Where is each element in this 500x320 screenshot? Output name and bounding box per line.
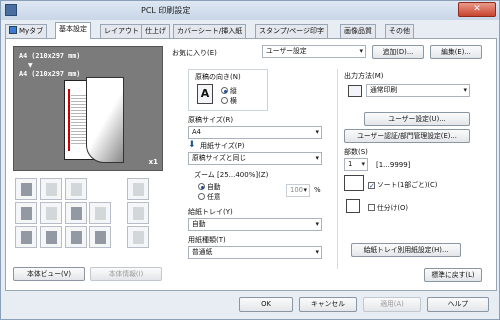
zoom-input[interactable]: 100 bbox=[286, 184, 310, 197]
tab-label: Myタブ bbox=[19, 27, 44, 35]
arrow-down-icon: ▼ bbox=[28, 62, 33, 69]
user-auth-icon[interactable] bbox=[15, 226, 37, 248]
paper-size-label: 用紙サイズ(P) bbox=[200, 142, 245, 150]
apply-button[interactable]: 適用(A) bbox=[363, 297, 421, 312]
output-tray-icon[interactable] bbox=[15, 178, 37, 200]
paper-size-select[interactable]: 原稿サイズと同じ bbox=[188, 152, 322, 165]
secure-print-icon[interactable] bbox=[65, 226, 87, 248]
normal-print-icon bbox=[348, 85, 362, 97]
landscape-label: 横 bbox=[230, 97, 237, 105]
original-size-select[interactable]: A4 bbox=[188, 126, 322, 139]
offset-label: 仕分け(O) bbox=[377, 204, 409, 212]
portrait-label: 縦 bbox=[230, 87, 237, 95]
zoom-label: ズーム [25...400%](Z) bbox=[194, 171, 269, 179]
preview-original-size: A4 (210x297 mm) bbox=[19, 52, 81, 60]
paper-type-select[interactable]: 普通紙 bbox=[188, 246, 322, 259]
print-settings-window: PCL 印刷設定 ✕ Myタブ 基本設定 レイアウト 仕上げ カバーシート/挿入… bbox=[0, 0, 500, 320]
copies-input[interactable]: 1 bbox=[344, 158, 368, 171]
zoom-unit: % bbox=[314, 186, 321, 194]
offset-checkbox[interactable]: 仕分け(O) bbox=[368, 202, 408, 212]
fold-icon[interactable] bbox=[127, 178, 149, 200]
user-auth-settings-button[interactable]: ユーザー認証/部門管理設定(E)... bbox=[344, 129, 470, 143]
window-title: PCL 印刷設定 bbox=[141, 6, 191, 15]
box-save-icon[interactable] bbox=[89, 226, 111, 248]
staple-icon[interactable] bbox=[40, 178, 62, 200]
paper-type-label: 用紙種類(T) bbox=[188, 236, 226, 244]
zoom-manual-radio[interactable]: 任意 bbox=[198, 191, 221, 201]
tab-label: 仕上げ bbox=[145, 27, 166, 35]
add-favorite-button[interactable]: 追加(D)... bbox=[372, 45, 424, 59]
tab-finishing[interactable]: 仕上げ bbox=[141, 24, 170, 39]
cancel-button[interactable]: キャンセル bbox=[299, 297, 357, 312]
booklet-icon[interactable] bbox=[40, 202, 62, 224]
tab-label: 基本設定 bbox=[59, 25, 87, 33]
favorites-select[interactable]: ユーザー設定 bbox=[262, 45, 366, 58]
tab-layout[interactable]: レイアウト bbox=[100, 24, 143, 39]
printer-info-button[interactable]: 本体情報(I) bbox=[90, 267, 162, 281]
tab-label: 画像品質 bbox=[344, 27, 372, 35]
collate-label: ソート(1部ごと)(C) bbox=[377, 181, 438, 189]
column-divider bbox=[337, 69, 338, 269]
output-method-select[interactable]: 通常印刷 bbox=[366, 84, 470, 97]
account-track-icon[interactable] bbox=[40, 226, 62, 248]
tab-label: レイアウト bbox=[104, 27, 139, 35]
copies-label: 部数(S) bbox=[344, 148, 368, 156]
tab-label: その他 bbox=[389, 27, 410, 35]
tab-bar: Myタブ 基本設定 レイアウト 仕上げ カバーシート/挿入紙 スタンプ/ページ印… bbox=[5, 22, 497, 39]
orientation-group: 原稿の向き(N) A 縦 横 bbox=[188, 69, 268, 111]
portrait-preview-icon: A bbox=[197, 84, 213, 104]
my-tab-icon bbox=[9, 26, 17, 34]
copies-range: [1...9999] bbox=[376, 161, 411, 169]
offset-preview-icon bbox=[346, 199, 360, 213]
basic-settings-panel: A4 (210x297 mm) ▼ A4 (210x297 mm) x1 本体ビ… bbox=[5, 38, 497, 291]
paper-tray-select[interactable]: 自動 bbox=[188, 218, 322, 231]
printer-view-button[interactable]: 本体ビュー(V) bbox=[13, 267, 85, 281]
stamp-icon[interactable] bbox=[127, 202, 149, 224]
title-bar: PCL 印刷設定 ✕ bbox=[1, 1, 499, 20]
proof-print-icon[interactable] bbox=[127, 226, 149, 248]
tab-my-tab[interactable]: Myタブ bbox=[5, 24, 48, 39]
tab-image-quality[interactable]: 画像品質 bbox=[340, 24, 376, 39]
paper-tray-label: 給紙トレイ(Y) bbox=[188, 208, 233, 216]
ok-button[interactable]: OK bbox=[239, 297, 293, 312]
portrait-radio[interactable]: 縦 bbox=[221, 85, 237, 95]
cover-icon[interactable] bbox=[89, 202, 111, 224]
preview-paper-size: A4 (210x297 mm) bbox=[19, 70, 81, 78]
tab-label: カバーシート/挿入紙 bbox=[177, 27, 243, 35]
landscape-radio[interactable]: 横 bbox=[221, 95, 237, 105]
preview-page-curl-icon bbox=[86, 77, 124, 163]
tab-other[interactable]: その他 bbox=[385, 24, 414, 39]
printer-icon bbox=[5, 4, 17, 16]
duplex-icon[interactable] bbox=[15, 202, 37, 224]
combine-icon[interactable] bbox=[65, 202, 87, 224]
help-button[interactable]: ヘルプ bbox=[427, 297, 489, 312]
arrow-down-blue-icon: ⬇ bbox=[188, 140, 196, 150]
tab-label: スタンプ/ページ印字 bbox=[259, 27, 325, 35]
zoom-auto-label: 自動 bbox=[207, 183, 221, 191]
tab-basic[interactable]: 基本設定 bbox=[55, 22, 91, 39]
close-button[interactable]: ✕ bbox=[458, 2, 496, 17]
edit-favorite-button[interactable]: 編集(E)... bbox=[430, 45, 482, 59]
restore-defaults-button[interactable]: 標準に戻す(L) bbox=[424, 268, 482, 282]
user-settings-button[interactable]: ユーザー設定(U)... bbox=[364, 112, 470, 126]
zoom-auto-radio[interactable]: 自動 bbox=[198, 181, 221, 191]
output-method-label: 出力方法(M) bbox=[344, 72, 384, 80]
tab-cover-sheet[interactable]: カバーシート/挿入紙 bbox=[173, 24, 247, 39]
collate-preview-icon bbox=[344, 175, 364, 191]
preview-copies: x1 bbox=[148, 158, 158, 166]
tab-stamp[interactable]: スタンプ/ページ印字 bbox=[255, 24, 329, 39]
tray-paper-settings-button[interactable]: 給紙トレイ別用紙設定(H)... bbox=[351, 243, 461, 257]
favorites-label: お気に入り(E) bbox=[172, 49, 217, 57]
punch-icon[interactable] bbox=[65, 178, 87, 200]
collate-checkbox[interactable]: ✓ ソート(1部ごと)(C) bbox=[368, 179, 438, 190]
orientation-label: 原稿の向き(N) bbox=[195, 73, 241, 81]
original-size-label: 原稿サイズ(R) bbox=[188, 116, 234, 124]
page-preview: A4 (210x297 mm) ▼ A4 (210x297 mm) x1 bbox=[13, 46, 163, 171]
zoom-manual-label: 任意 bbox=[207, 193, 221, 201]
